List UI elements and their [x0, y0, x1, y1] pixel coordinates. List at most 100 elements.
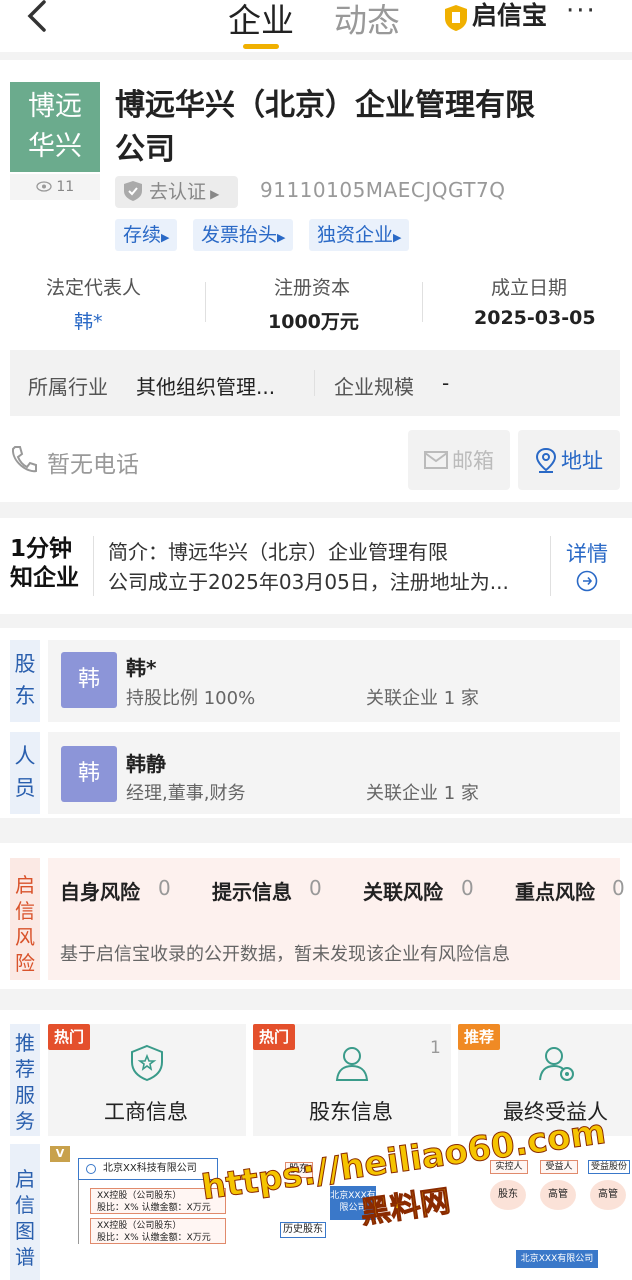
graph-company-node: 北京XX科技有限公司 [78, 1158, 218, 1180]
divider [314, 370, 315, 396]
legal-rep-label: 法定代表人 [46, 277, 142, 299]
risk-self-label[interactable]: 自身风险 [60, 876, 140, 905]
intro-text: 简介：博远华兴（北京）企业管理有限 公司成立于2025年03月05日，注册地址为… [108, 537, 509, 597]
shareholder-related[interactable]: 关联企业 1 家 [366, 684, 479, 710]
industry-value: 其他组织管理... [136, 375, 276, 399]
brand-name: 启信宝 [472, 1, 548, 30]
risk-note: 基于启信宝收录的公开数据，暂未发现该企业有风险信息 [60, 944, 510, 965]
verify-shield-icon [124, 181, 142, 201]
beneficiary-icon [539, 1047, 574, 1081]
logo-text-1: 博远 [28, 91, 82, 122]
certify-label: 去认证 [149, 181, 207, 203]
founded-value: 2025-03-05 [474, 307, 596, 329]
service-label: 股东信息 [309, 1100, 393, 1124]
founded-label: 成立日期 [491, 277, 568, 299]
shareholder-header: 股东 [10, 640, 40, 722]
graph-node: 受益股份 [588, 1160, 630, 1174]
credit-code: 91110105MAECJQGT7Q [260, 178, 506, 202]
avatar: 韩 [61, 746, 117, 802]
tab-enterprise[interactable]: 企业 [228, 0, 294, 42]
industry-label: 所属行业 [28, 375, 108, 399]
risk-related-count: 0 [461, 876, 474, 900]
address-button[interactable]: 地址 [518, 430, 620, 490]
logo-text-2: 华兴 [28, 131, 82, 162]
intro-detail-link[interactable]: 详情 [566, 538, 608, 568]
hot-badge: 热门 [253, 1024, 296, 1050]
risk-key-count: 0 [612, 876, 625, 900]
graph-node: 受益人 [540, 1160, 578, 1174]
phone-text: 暂无电话 [47, 452, 139, 478]
scale-label: 企业规模 [334, 375, 414, 399]
divider [422, 282, 423, 322]
top-bar: 企业 动态 启信宝 ··· [0, 0, 632, 52]
legal-rep-value[interactable]: 韩* [74, 307, 103, 334]
risk-header: 启信风险 [10, 858, 40, 980]
caret-right-icon: ▶ [277, 231, 286, 244]
vip-badge: V [50, 1146, 70, 1162]
shield-icon [445, 5, 467, 31]
graph-company-node: 北京XXX有限公司 [516, 1250, 598, 1268]
risk-hint-count: 0 [309, 876, 322, 900]
divider [550, 536, 551, 596]
company-name-line2: 公司 [115, 132, 175, 167]
arrow-circle-icon[interactable] [576, 570, 598, 592]
view-count: 11 [10, 174, 100, 200]
eye-icon [36, 181, 52, 192]
risk-related-label[interactable]: 关联风险 [363, 876, 443, 905]
minus-circle-icon [86, 1164, 96, 1174]
service-label: 工商信息 [104, 1100, 188, 1124]
risk-hint-label[interactable]: 提示信息 [212, 876, 292, 905]
more-menu-button[interactable]: ··· [566, 0, 597, 26]
tag-status[interactable]: 存续▶ [115, 219, 178, 251]
caret-right-icon: ▶ [210, 187, 220, 201]
person-icon [335, 1047, 369, 1081]
police-badge-icon [131, 1044, 163, 1082]
capital-value: 1000万元 [268, 311, 359, 333]
mail-icon [424, 451, 448, 469]
graph-header: 启信图谱 [10, 1144, 40, 1280]
intro-text-line2: 公司成立于2025年03月05日，注册地址为... [108, 570, 509, 594]
graph-shareholder-node: XX控股（公司股东） 股比：X% 认缴金额：X万元 [90, 1218, 226, 1244]
risk-key-label[interactable]: 重点风险 [515, 876, 595, 905]
caret-right-icon: ▶ [393, 231, 402, 244]
staff-name[interactable]: 韩静 [126, 748, 166, 777]
capital-label: 注册资本 [274, 277, 351, 299]
email-label: 邮箱 [452, 449, 494, 473]
brand-logo: 启信宝 [444, 0, 547, 36]
graph-node: 高管 [590, 1180, 626, 1210]
shareholder-name[interactable]: 韩* [126, 652, 156, 681]
graph-node: 高管 [540, 1180, 576, 1210]
company-name-line1: 博远华兴（北京）企业管理有限 [115, 88, 535, 123]
staff-related[interactable]: 关联企业 1 家 [366, 779, 479, 805]
recommend-badge: 推荐 [458, 1024, 501, 1050]
hot-badge: 热门 [48, 1024, 91, 1050]
divider [93, 536, 94, 596]
back-arrow-icon[interactable] [18, 0, 58, 38]
intro-text-line1: 简介：博远华兴（北京）企业管理有限 [108, 540, 448, 564]
scale-value: - [442, 371, 450, 395]
company-name: 博远华兴（北京）企业管理有限 公司 [115, 84, 615, 172]
staff-roles: 经理,董事,财务 [126, 783, 246, 804]
divider [205, 282, 206, 322]
tab-indicator [243, 44, 279, 49]
certify-button[interactable]: 去认证 ▶ [115, 176, 238, 208]
tag-sole-ownership[interactable]: 独资企业▶ [309, 219, 410, 251]
address-label: 地址 [561, 449, 603, 473]
view-count-value: 11 [56, 179, 75, 195]
graph-node: 历史股东 [280, 1222, 326, 1238]
company-logo: 博远 华兴 [10, 82, 100, 172]
service-count: 1 [430, 1038, 441, 1058]
caret-right-icon: ▶ [161, 231, 170, 244]
intro-badge-line2: 知企业 [10, 565, 79, 591]
graph-link [78, 1180, 79, 1244]
email-button[interactable]: 邮箱 [408, 430, 510, 490]
location-pin-icon [535, 447, 557, 473]
graph-node: 股东 [490, 1180, 526, 1210]
tag-invoice-header[interactable]: 发票抬头▶ [193, 219, 294, 251]
phone-icon [11, 446, 37, 473]
services-header: 推荐服务 [10, 1024, 40, 1136]
intro-badge-line1: 1分钟 [10, 536, 73, 562]
staff-header: 人员 [10, 732, 40, 814]
tab-dynamics[interactable]: 动态 [334, 0, 400, 42]
shareholder-ratio: 持股比例 100% [126, 688, 256, 709]
